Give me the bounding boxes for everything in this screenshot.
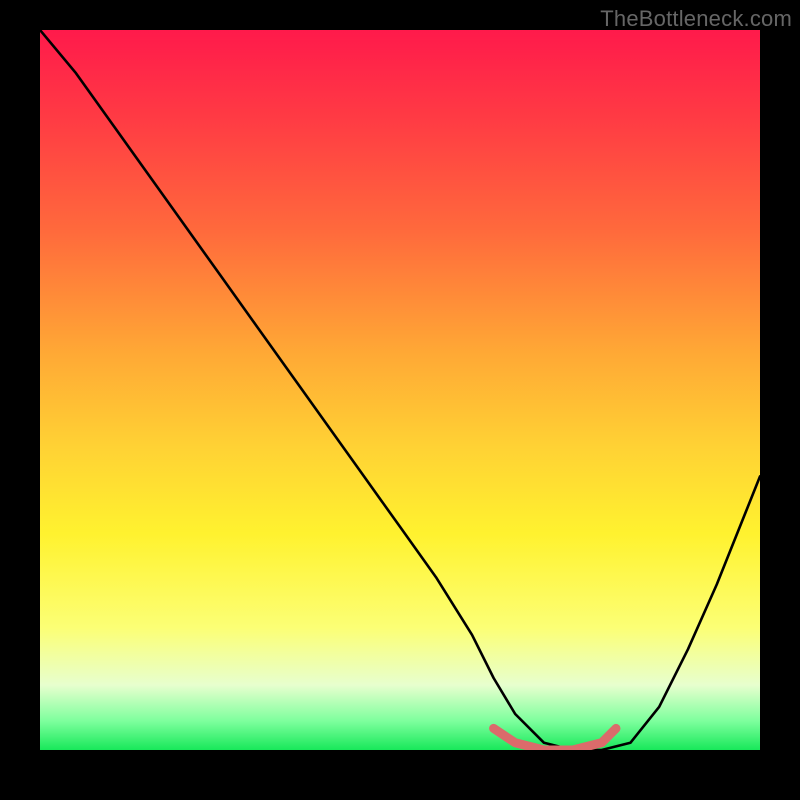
chart-container: TheBottleneck.com: [0, 0, 800, 800]
bottleneck-curve: [40, 30, 760, 750]
watermark: TheBottleneck.com: [600, 6, 792, 32]
curve-layer: [40, 30, 760, 750]
plot-area: [40, 30, 760, 750]
sweet-spot-highlight: [494, 728, 616, 750]
